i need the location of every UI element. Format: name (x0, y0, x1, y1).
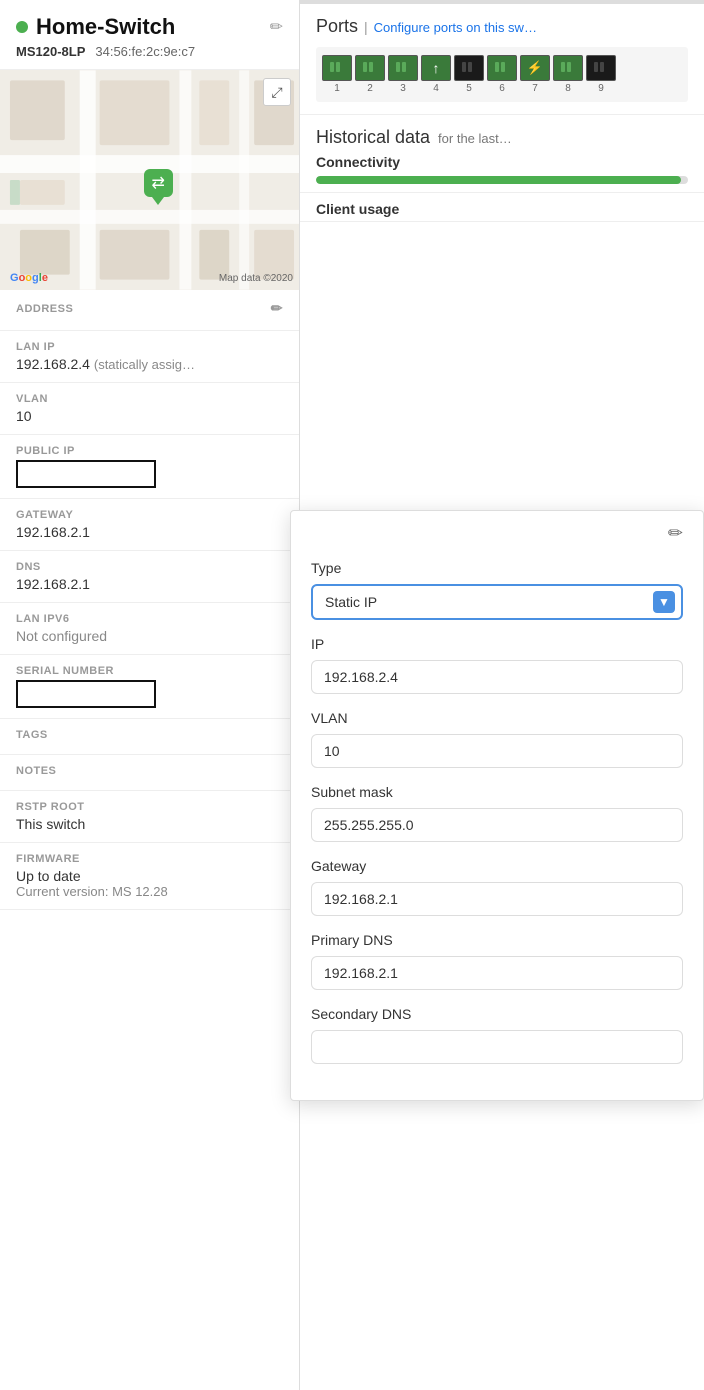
secondary-dns-label: Secondary DNS (311, 1006, 683, 1022)
vlan-value: 10 (16, 408, 283, 424)
popup-vlan-label: VLAN (311, 710, 683, 726)
gateway-value: 192.168.2.1 (16, 524, 283, 540)
subnet-field-group: Subnet mask (311, 784, 683, 842)
subnet-label: Subnet mask (311, 784, 683, 800)
connectivity-bar (316, 176, 688, 184)
left-panel: Home-Switch ✏ MS120-8LP 34:56:fe:2c:9e:c… (0, 0, 300, 1390)
port-2[interactable]: 2 (355, 55, 385, 94)
device-model: MS120-8LP (16, 44, 85, 59)
popup-gateway-label: Gateway (311, 858, 683, 874)
lan-ip-value: 192.168.2.4 (statically assig… (16, 356, 283, 372)
firmware-label: FIRMWARE (16, 853, 80, 865)
port-8[interactable]: 8 (553, 55, 583, 94)
popup-gateway-field-group: Gateway (311, 858, 683, 916)
serial-redacted (16, 680, 156, 708)
ports-title: Ports (316, 16, 358, 37)
popup-edit-icon[interactable]: ✏ (668, 523, 683, 544)
vlan-label: VLAN (16, 393, 48, 405)
lan-ip-edit-popup: ✏ Type Static IP DHCP Manual ▼ IP VLAN (290, 510, 704, 1101)
device-map[interactable]: ⇄ ⤢ Google Map data ©2020 (0, 70, 299, 290)
gateway-section: GATEWAY 192.168.2.1 (0, 499, 299, 551)
vlan-input[interactable] (311, 734, 683, 768)
device-name-edit-icon[interactable]: ✏ (270, 17, 283, 37)
firmware-section: FIRMWARE Up to date Current version: MS … (0, 843, 299, 910)
dns-label: DNS (16, 561, 41, 573)
tags-label: TAGS (16, 729, 48, 741)
lan-ipv6-value: Not configured (16, 628, 283, 644)
historical-title: Historical data (316, 127, 430, 148)
firmware-version: Current version: MS 12.28 (16, 884, 283, 899)
type-label: Type (311, 560, 683, 576)
secondary-dns-field-group: Secondary DNS (311, 1006, 683, 1064)
status-indicator (16, 21, 28, 33)
primary-dns-input[interactable] (311, 956, 683, 990)
type-field-group: Type Static IP DHCP Manual ▼ (311, 560, 683, 620)
gateway-label: GATEWAY (16, 509, 73, 521)
subnet-input[interactable] (311, 808, 683, 842)
tags-section: TAGS (0, 719, 299, 755)
map-pin: ⇄ (144, 169, 173, 197)
port-1[interactable]: 1 (322, 55, 352, 94)
primary-dns-label: Primary DNS (311, 932, 683, 948)
ip-field-group: IP (311, 636, 683, 694)
lan-ipv6-label: LAN IPV6 (16, 613, 70, 625)
historical-subtitle: for the last… (438, 131, 512, 146)
port-9[interactable]: 9 (586, 55, 616, 94)
notes-section: NOTES (0, 755, 299, 791)
public-ip-label: PUBLIC IP (16, 445, 75, 457)
firmware-status: Up to date (16, 868, 283, 884)
rstp-value: This switch (16, 816, 283, 832)
secondary-dns-input[interactable] (311, 1030, 683, 1064)
type-select-wrapper: Static IP DHCP Manual ▼ (311, 584, 683, 620)
historical-section: Historical data for the last… Connectivi… (300, 115, 704, 193)
vlan-section: VLAN 10 (0, 383, 299, 435)
gateway-input[interactable] (311, 882, 683, 916)
popup-vlan-field-group: VLAN (311, 710, 683, 768)
ip-input[interactable] (311, 660, 683, 694)
ip-label: IP (311, 636, 683, 652)
port-7[interactable]: ⚡ 7 (520, 55, 550, 94)
ports-grid: 1 2 3 (316, 47, 688, 102)
serial-label: SERIAL NUMBER (16, 665, 114, 677)
primary-dns-field-group: Primary DNS (311, 932, 683, 990)
connectivity-fill (316, 176, 681, 184)
public-ip-section: PUBLIC IP (0, 435, 299, 499)
rstp-section: RSTP ROOT This switch (0, 791, 299, 843)
notes-label: NOTES (16, 765, 56, 777)
port-3[interactable]: 3 (388, 55, 418, 94)
google-logo: Google (10, 272, 48, 284)
lan-ipv6-section: LAN IPV6 Not configured (0, 603, 299, 655)
address-section: ADDRESS ✏ (0, 290, 299, 331)
lan-ip-label: LAN IP (16, 341, 55, 353)
map-copyright: Map data ©2020 (219, 273, 293, 284)
serial-section: SERIAL NUMBER (0, 655, 299, 719)
device-name: Home-Switch (36, 14, 262, 40)
connectivity-label: Connectivity (316, 154, 688, 170)
rstp-label: RSTP ROOT (16, 801, 84, 813)
dns-section: DNS 192.168.2.1 (0, 551, 299, 603)
address-edit-icon[interactable]: ✏ (271, 300, 283, 317)
configure-ports-link[interactable]: Configure ports on this sw… (374, 20, 537, 35)
public-ip-redacted (16, 460, 156, 488)
type-select[interactable]: Static IP DHCP Manual (311, 584, 683, 620)
port-5[interactable]: 5 (454, 55, 484, 94)
port-4[interactable]: ↑ 4 (421, 55, 451, 94)
port-6[interactable]: 6 (487, 55, 517, 94)
public-ip-value (16, 460, 283, 488)
ports-section: Ports | Configure ports on this sw… 1 (300, 4, 704, 115)
map-expand-button[interactable]: ⤢ (263, 78, 291, 106)
dns-value: 192.168.2.1 (16, 576, 283, 592)
device-header: Home-Switch ✏ MS120-8LP 34:56:fe:2c:9e:c… (0, 0, 299, 70)
device-mac: 34:56:fe:2c:9e:c7 (95, 44, 195, 59)
lan-ip-section: LAN IP 192.168.2.4 (statically assig… (0, 331, 299, 383)
lan-ip-suffix: (statically assig… (94, 357, 195, 372)
address-label: ADDRESS (16, 303, 73, 315)
serial-value (16, 680, 283, 708)
client-usage-label: Client usage (300, 193, 704, 222)
